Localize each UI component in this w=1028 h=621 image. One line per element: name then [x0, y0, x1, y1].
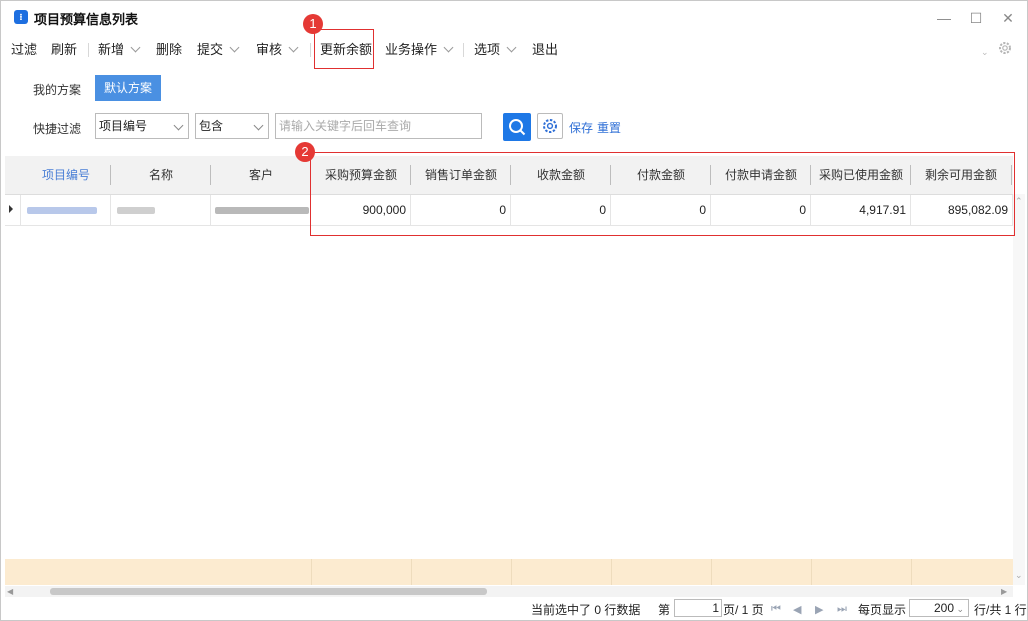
- first-page-icon[interactable]: ⏮: [771, 603, 781, 616]
- quick-filter-label: 快捷过滤: [33, 122, 82, 136]
- per-page-label: 每页显示: [858, 603, 907, 617]
- audit-button-label: 审核: [256, 42, 283, 57]
- options-button[interactable]: 选项: [474, 41, 517, 59]
- delete-button[interactable]: 删除: [156, 41, 182, 59]
- last-page-icon[interactable]: ⏭: [837, 603, 847, 616]
- redacted-text: [215, 207, 309, 214]
- filter-field-value: 项目编号: [99, 119, 148, 133]
- scroll-right-icon[interactable]: ▶: [1001, 587, 1007, 596]
- settings-gear-icon[interactable]: [997, 40, 1013, 56]
- my-schemes-tab[interactable]: 我的方案: [33, 81, 81, 98]
- summary-row: [5, 559, 1013, 585]
- scroll-left-icon[interactable]: ◀: [7, 587, 13, 596]
- add-button[interactable]: 新增: [98, 41, 141, 59]
- horizontal-scroll-thumb[interactable]: [50, 588, 487, 595]
- app-icon: ⁝: [14, 10, 28, 24]
- window-title: 项目预算信息列表: [34, 12, 139, 27]
- column-header-name[interactable]: 名称: [111, 156, 211, 194]
- per-page-select[interactable]: 200 ⌄: [909, 599, 969, 617]
- submit-button[interactable]: 提交: [197, 41, 240, 59]
- options-button-label: 选项: [474, 42, 501, 57]
- summary-divider: [711, 559, 712, 585]
- page-total-label: 页/ 1 页: [723, 603, 764, 617]
- filter-operator-select[interactable]: 包含: [195, 113, 269, 139]
- summary-divider: [611, 559, 612, 585]
- chevron-down-icon[interactable]: ⌄: [981, 47, 989, 58]
- annotation-badge-1: 1: [303, 14, 323, 34]
- toolbar-divider: [463, 43, 464, 57]
- next-page-icon[interactable]: ▶: [815, 603, 823, 616]
- row-handle: [5, 195, 21, 225]
- column-header-customer[interactable]: 客户: [211, 156, 311, 194]
- app-window: ⁝ 项目预算信息列表 — ☐ ✕ 过滤 刷新 新增 删除 提交 审核 更新余额 …: [0, 0, 1028, 621]
- chevron-down-icon: [253, 120, 264, 131]
- filter-settings-button[interactable]: [537, 113, 563, 139]
- title-bar: ⁝ 项目预算信息列表 — ☐ ✕: [1, 1, 1027, 35]
- horizontal-scrollbar[interactable]: ◀ ▶: [5, 586, 1013, 597]
- minimize-icon[interactable]: —: [935, 9, 953, 27]
- submit-button-label: 提交: [197, 42, 224, 57]
- toolbar: 过滤 刷新 新增 删除 提交 审核 更新余额 业务操作 选项 退出 ⌄: [1, 37, 1027, 63]
- exit-button[interactable]: 退出: [532, 41, 558, 59]
- filter-button[interactable]: 过滤: [11, 41, 37, 59]
- scroll-up-icon[interactable]: ⌃: [1015, 196, 1023, 207]
- business-ops-button-label: 业务操作: [385, 42, 438, 57]
- chevron-down-icon: [443, 42, 454, 53]
- column-header-project-code[interactable]: 项目编号: [21, 156, 111, 194]
- filter-field-select[interactable]: 项目编号: [95, 113, 189, 139]
- scroll-down-icon[interactable]: ⌄: [1015, 570, 1023, 581]
- chevron-down-icon: [288, 42, 299, 53]
- audit-button[interactable]: 审核: [256, 41, 299, 59]
- cell-project-code[interactable]: [21, 195, 111, 225]
- page-prefix-label: 第: [658, 603, 671, 617]
- close-icon[interactable]: ✕: [999, 9, 1017, 27]
- cell-customer[interactable]: [211, 195, 311, 225]
- summary-divider: [811, 559, 812, 585]
- chevron-down-icon: [173, 120, 184, 131]
- default-scheme-tab[interactable]: 默认方案: [95, 75, 161, 101]
- chevron-down-icon: [229, 42, 240, 53]
- total-rows-label: 行/共 1 行: [974, 603, 1027, 617]
- summary-divider: [411, 559, 412, 585]
- toolbar-divider: [88, 43, 89, 57]
- reset-link[interactable]: 重置: [597, 119, 621, 136]
- redacted-text: [117, 207, 155, 214]
- search-icon: [509, 119, 526, 136]
- page-number-input[interactable]: 1: [674, 599, 722, 617]
- selection-status: 当前选中了 0 行数据: [531, 603, 641, 617]
- per-page-value: 200: [933, 601, 954, 615]
- redacted-text: [27, 207, 97, 214]
- summary-divider: [311, 559, 312, 585]
- prev-page-icon[interactable]: ◀: [793, 603, 801, 616]
- summary-divider: [511, 559, 512, 585]
- add-button-label: 新增: [98, 42, 125, 57]
- chevron-down-icon: ⌄: [956, 604, 964, 614]
- gear-icon: [543, 119, 557, 133]
- search-button[interactable]: [503, 113, 531, 141]
- summary-divider: [911, 559, 912, 585]
- search-input[interactable]: 请输入关键字后回车查询: [275, 113, 482, 139]
- business-ops-button[interactable]: 业务操作: [385, 41, 454, 59]
- save-link[interactable]: 保存: [569, 119, 593, 136]
- filter-operator-value: 包含: [199, 119, 224, 133]
- toolbar-divider: [310, 43, 311, 57]
- vertical-scrollbar[interactable]: ⌃ ⌄: [1013, 194, 1025, 585]
- maximize-icon[interactable]: ☐: [967, 9, 985, 27]
- cell-name[interactable]: [111, 195, 211, 225]
- annotation-badge-2: 2: [295, 142, 315, 162]
- highlight-box-update-balance: [314, 29, 374, 69]
- chevron-down-icon: [506, 42, 517, 53]
- chevron-down-icon: [130, 42, 141, 53]
- refresh-button[interactable]: 刷新: [51, 41, 77, 59]
- highlight-box-amount-columns: [310, 152, 1015, 236]
